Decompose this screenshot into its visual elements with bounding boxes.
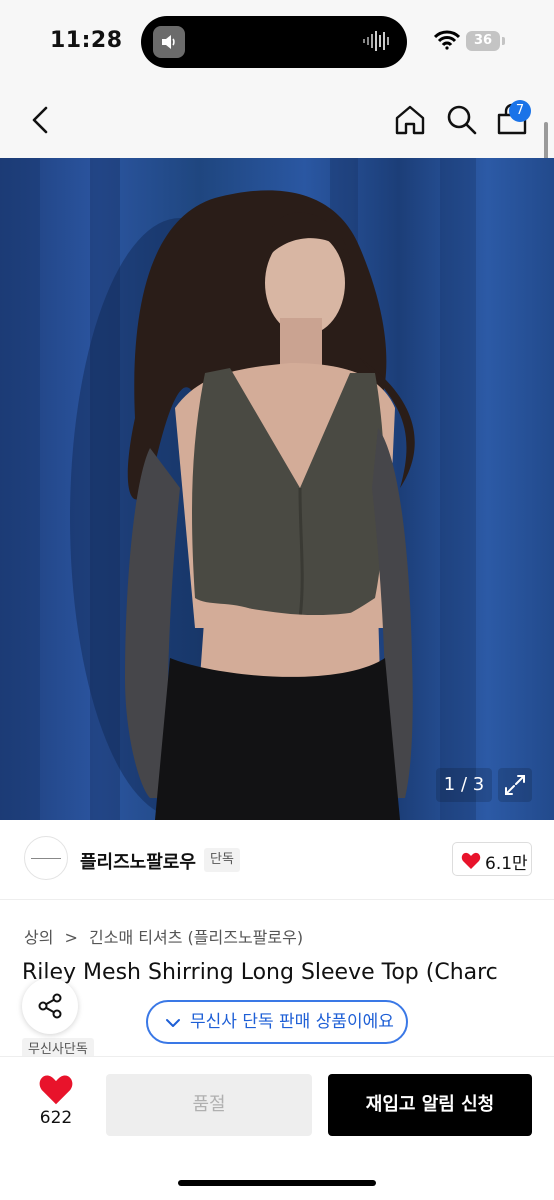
chevron-down-icon [166, 1019, 180, 1027]
battery-indicator: 36 [466, 31, 500, 51]
brand-exclusive-badge: 단독 [204, 848, 240, 872]
cart-count-badge: 7 [509, 100, 531, 122]
wifi-icon [433, 30, 461, 54]
share-icon [38, 993, 62, 1019]
heart-icon [461, 852, 481, 869]
wishlist-count: 622 [39, 1108, 73, 1128]
brand-name[interactable]: 플리즈노팔로우 [80, 848, 196, 874]
breadcrumb-subcategory[interactable]: 긴소매 티셔츠 (플리즈노팔로우) [89, 928, 303, 947]
audio-wave-icon [363, 30, 391, 56]
exclusive-sale-pill[interactable]: 무신사 단독 판매 상품이에요 [146, 1000, 408, 1044]
exclusive-sale-label: 무신사 단독 판매 상품이에요 [190, 1012, 394, 1032]
battery-tip [502, 37, 505, 45]
soldout-button: 품절 [106, 1074, 312, 1136]
expand-icon[interactable] [498, 768, 532, 802]
search-icon[interactable] [444, 102, 480, 138]
image-counter: 1 / 3 [436, 768, 492, 802]
top-nav-bar [0, 82, 554, 158]
breadcrumb-separator: > [64, 928, 78, 947]
breadcrumb: 상의 > 긴소매 티셔츠 (플리즈노팔로우) [24, 924, 309, 948]
wishlist-heart-icon[interactable] [38, 1074, 74, 1106]
breadcrumb-category[interactable]: 상의 [24, 928, 53, 947]
brand-like-count: 6.1만 [485, 854, 528, 874]
restock-alert-button[interactable]: 재입고 알림 신청 [328, 1074, 532, 1136]
home-icon[interactable] [392, 102, 428, 138]
status-time: 11:28 [50, 28, 123, 53]
home-indicator[interactable] [178, 1180, 376, 1186]
back-chevron-icon[interactable] [24, 102, 58, 138]
speaker-icon [153, 26, 185, 58]
status-bar: 11:28 36 [0, 0, 554, 82]
brand-logo[interactable] [24, 836, 68, 880]
dynamic-island [141, 16, 407, 68]
brand-row[interactable]: 플리즈노팔로우 단독 6.1만 [0, 820, 554, 900]
brand-like-button[interactable]: 6.1만 [452, 842, 532, 876]
model-photo-illustration [0, 158, 476, 820]
share-button[interactable] [22, 978, 78, 1034]
product-image[interactable] [0, 158, 554, 820]
product-title: Riley Mesh Shirring Long Sleeve Top (Cha… [22, 960, 498, 985]
